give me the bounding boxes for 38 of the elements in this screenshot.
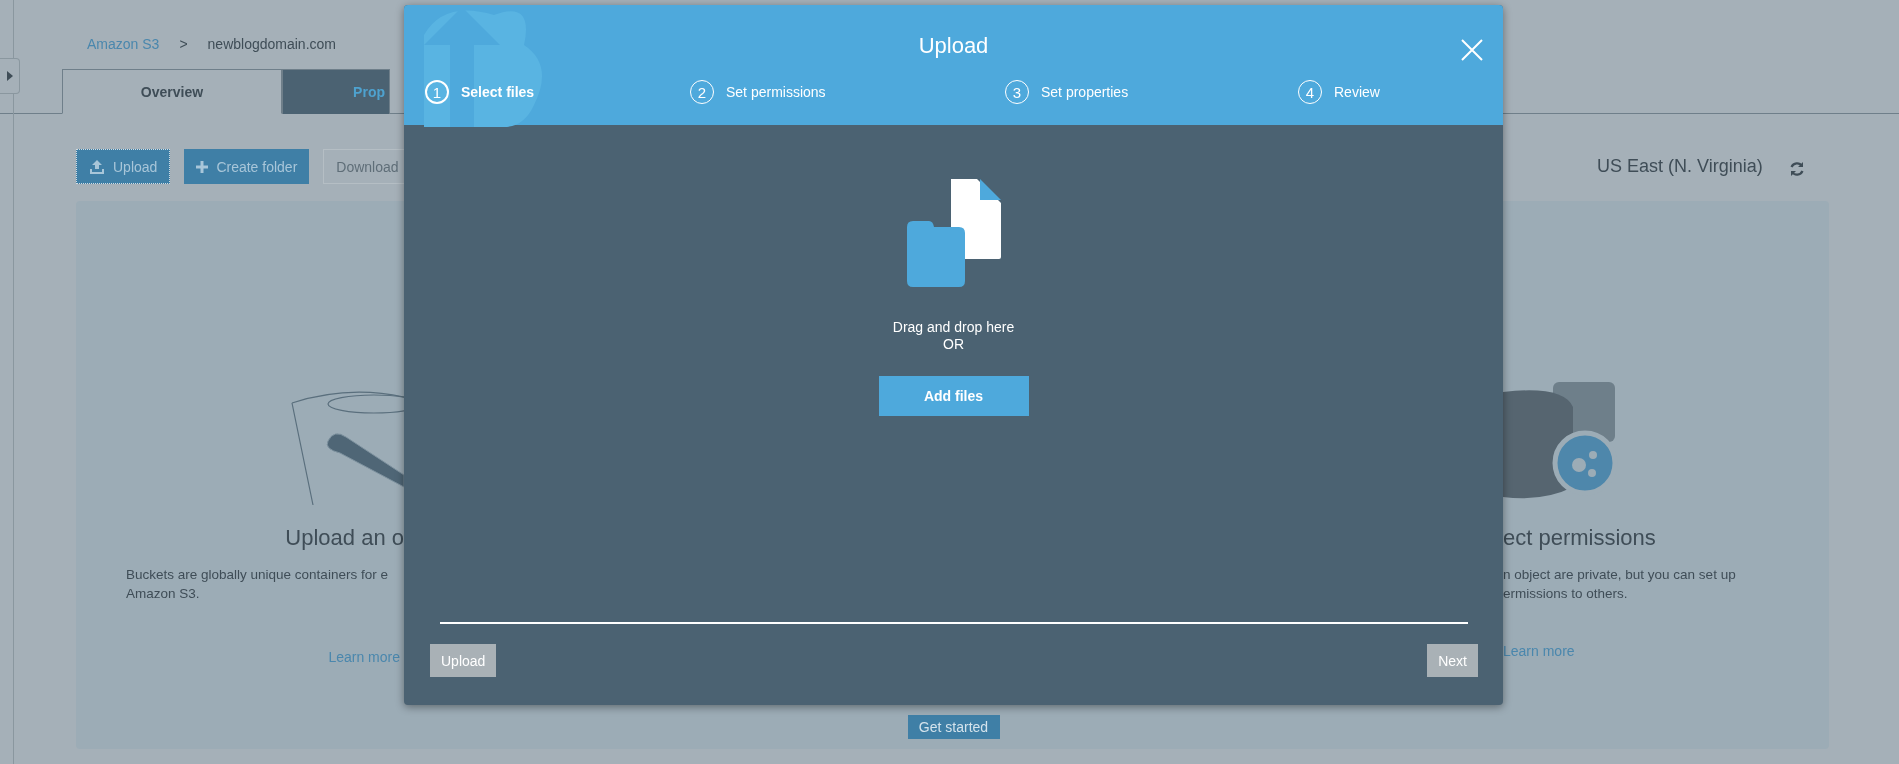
region-label: US East (N. Virginia) [1597, 156, 1763, 177]
card-text: n object are private, but you can set up ermissions to others. [1503, 566, 1737, 603]
create-folder-button[interactable]: Create folder [184, 149, 310, 184]
learn-more-link[interactable]: Learn more [1503, 643, 1829, 659]
upload-button[interactable]: Upload [430, 644, 497, 677]
drop-instructions: Drag and drop here [892, 319, 1015, 336]
sidebar-toggle[interactable] [0, 58, 20, 94]
tab[interactable]: Overview [62, 69, 282, 114]
card-title: ect permissions [1503, 525, 1657, 551]
next-button[interactable]: Next [1427, 644, 1478, 677]
step-label: Review [1334, 84, 1380, 100]
breadcrumb-separator: > [179, 35, 188, 52]
caret-icon [6, 71, 13, 81]
upload-button[interactable]: Upload [76, 149, 171, 184]
wizard-step[interactable]: 4 Review [1298, 80, 1503, 104]
plus-icon [196, 160, 209, 173]
close-icon [1461, 39, 1483, 61]
wizard-step[interactable]: 1 Select files [425, 80, 690, 104]
dialog-title: Upload [918, 33, 989, 59]
tab[interactable]: Prop [282, 69, 390, 114]
wizard-step[interactable]: 3 Set properties [1005, 80, 1298, 104]
get-started-button[interactable]: Get started [907, 715, 1000, 739]
card-text: Buckets are globally unique containers for e Amazon S3. [125, 566, 388, 603]
or-text: OR [943, 336, 964, 353]
add-files-button[interactable]: Add files [878, 376, 1029, 416]
file-folder-icon [906, 179, 1001, 287]
card-title: Upload an o [285, 525, 404, 551]
learn-more-link[interactable]: Learn more [328, 649, 400, 665]
breadcrumb-current: newblogdomain.com [207, 35, 336, 52]
step-number: 1 [425, 80, 449, 104]
refresh-icon[interactable] [1789, 161, 1805, 177]
step-label: Set permissions [726, 84, 826, 100]
step-label: Set properties [1041, 84, 1129, 100]
close-button[interactable] [1461, 39, 1483, 61]
wizard-step[interactable]: 2 Set permissions [690, 80, 1005, 104]
upload-icon [89, 159, 105, 174]
breadcrumb-link[interactable]: Amazon S3 [87, 35, 160, 52]
step-label: Select files [461, 84, 535, 100]
